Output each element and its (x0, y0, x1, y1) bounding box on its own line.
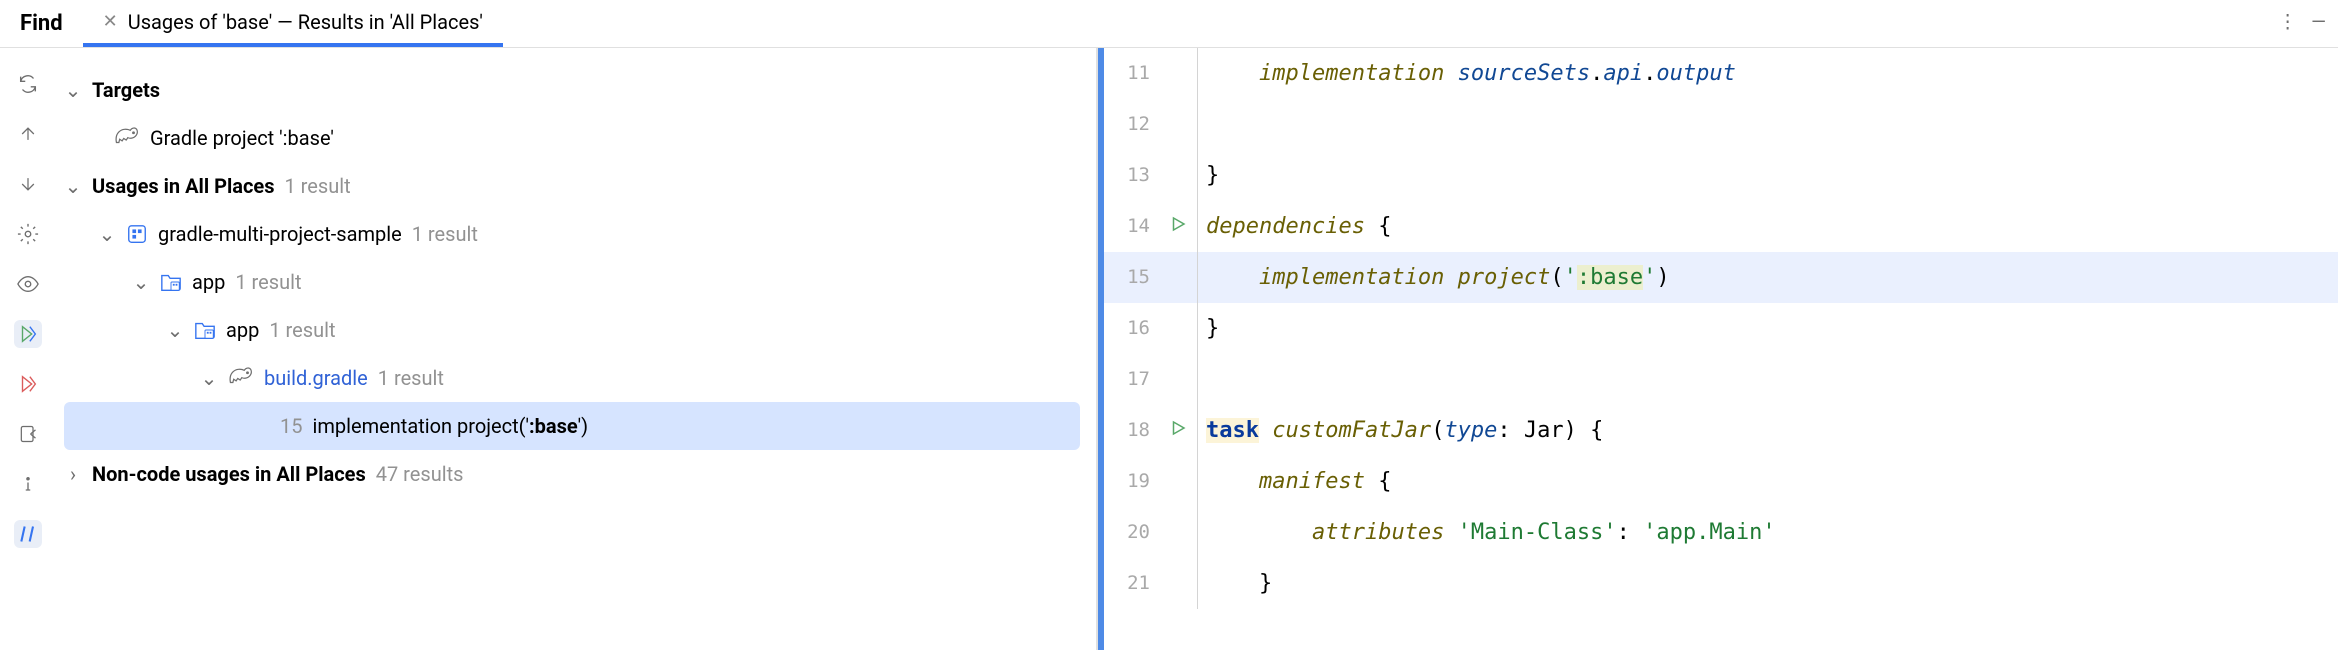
tree-module-app2[interactable]: ⌄ app 1 result (56, 306, 1096, 354)
minimize-icon[interactable]: — (2311, 10, 2326, 33)
tree-label: Targets (92, 78, 160, 102)
import-usage-icon[interactable] (14, 320, 42, 348)
tree-target-item[interactable]: Gradle project ':base' (56, 114, 1096, 162)
tree-usages[interactable]: ⌄ Usages in All Places 1 result (56, 162, 1096, 210)
gear-icon[interactable] (14, 220, 42, 248)
tree-label: gradle-multi-project-sample (158, 222, 402, 246)
line-number: 11 (1098, 48, 1158, 99)
arrow-down-icon[interactable] (14, 170, 42, 198)
tree-count: 1 result (378, 366, 444, 390)
tree-label: Non-code usages in All Places (92, 462, 366, 486)
chevron-down-icon: ⌄ (64, 78, 82, 102)
gradle-icon (114, 126, 140, 151)
tree-label: app (192, 270, 225, 294)
tree-count: 1 result (235, 270, 301, 294)
line-number: 17 (1098, 354, 1158, 405)
chevron-down-icon: ⌄ (64, 174, 82, 198)
info-icon[interactable] (14, 470, 42, 498)
tree-module-app1[interactable]: ⌄ app 1 result (56, 258, 1096, 306)
line-number: 13 (1098, 150, 1158, 201)
tree-noncode[interactable]: › Non-code usages in All Places 47 resul… (56, 450, 1096, 498)
tree-count: 47 results (376, 462, 464, 486)
line-number: 14 (1098, 201, 1158, 252)
tree-result[interactable]: 15 implementation project(':base') (64, 402, 1080, 450)
close-icon[interactable]: ✕ (103, 11, 118, 32)
test-usage-icon[interactable] (14, 370, 42, 398)
result-line-number: 15 (280, 414, 302, 438)
tree-targets[interactable]: ⌄ Targets (56, 66, 1096, 114)
tree-file[interactable]: ⌄ build.gradle 1 result (56, 354, 1096, 402)
editor-preview: 11 implementation sourceSets.api.output … (1096, 48, 2338, 650)
line-number: 21 (1098, 558, 1158, 609)
line-number: 18 (1098, 405, 1158, 456)
line-number: 16 (1098, 303, 1158, 354)
run-icon[interactable] (1169, 201, 1187, 252)
more-icon[interactable]: ⋮ (2278, 10, 2297, 33)
tab-usages[interactable]: ✕ Usages of 'base' — Results in 'All Pla… (83, 0, 503, 47)
project-icon (126, 223, 148, 245)
line-number: 12 (1098, 99, 1158, 150)
tree-project[interactable]: ⌄ gradle-multi-project-sample 1 result (56, 210, 1096, 258)
tree-label: app (226, 318, 259, 342)
tab-find[interactable]: Find (0, 0, 83, 47)
run-icon[interactable] (1169, 405, 1187, 456)
chevron-down-icon: ⌄ (132, 270, 150, 294)
line-number: 20 (1098, 507, 1158, 558)
tree-count: 1 result (284, 174, 350, 198)
chevron-down-icon: ⌄ (98, 222, 116, 246)
line-number: 19 (1098, 456, 1158, 507)
eye-icon[interactable] (14, 270, 42, 298)
tab-title: Usages of 'base' — Results in 'All Place… (128, 10, 483, 34)
gradle-icon (228, 366, 254, 391)
tree-label: Usages in All Places (92, 174, 274, 198)
tree-count: 1 result (412, 222, 478, 246)
tree-count: 1 result (269, 318, 335, 342)
result-text: implementation project(':base') (312, 414, 588, 438)
arrow-up-icon[interactable] (14, 120, 42, 148)
tree-label: Gradle project ':base' (150, 126, 334, 150)
open-file-icon[interactable] (14, 420, 42, 448)
chevron-down-icon: ⌄ (200, 366, 218, 390)
folder-icon (194, 320, 216, 340)
chevron-down-icon: ⌄ (166, 318, 184, 342)
tree-label: build.gradle (264, 366, 368, 390)
line-number: 15 (1098, 252, 1158, 303)
folder-icon (160, 272, 182, 292)
chevron-right-icon: › (64, 462, 82, 486)
parallel-icon[interactable] (14, 520, 42, 548)
refresh-icon[interactable] (14, 70, 42, 98)
